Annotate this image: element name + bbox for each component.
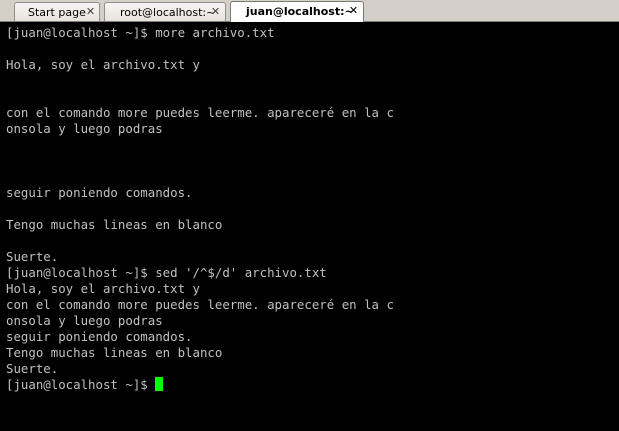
tab-bar: Start page ✕ root@localhost:~ ✕ juan@loc… xyxy=(0,0,619,22)
terminal-line: con el comando more puedes leerme. apare… xyxy=(6,297,394,312)
terminal-line: Hola, soy el archivo.txt y xyxy=(6,57,200,72)
tab-label: juan@localhost:~ xyxy=(246,5,354,18)
terminal-cursor xyxy=(155,377,164,391)
terminal-line: onsola y luego podras xyxy=(6,313,163,328)
terminal-output[interactable]: [juan@localhost ~]$ more archivo.txt Hola… xyxy=(0,22,619,431)
tab-label: Start page xyxy=(28,6,86,19)
tab-start-page[interactable]: Start page ✕ xyxy=(14,2,100,21)
terminal-prompt-line[interactable]: [juan@localhost ~]$ xyxy=(6,377,619,393)
tab-juan-localhost[interactable]: juan@localhost:~ ✕ xyxy=(230,1,364,22)
close-icon[interactable]: ✕ xyxy=(347,4,360,17)
terminal-line: onsola y luego podras xyxy=(6,121,163,136)
terminal-line: Suerte. xyxy=(6,361,59,376)
close-icon[interactable]: ✕ xyxy=(84,5,97,18)
terminal-line: con el comando more puedes leerme. apare… xyxy=(6,105,394,120)
terminal-line: Hola, soy el archivo.txt y xyxy=(6,281,200,296)
tab-root-localhost[interactable]: root@localhost:~ ✕ xyxy=(104,2,226,21)
terminal-line: [juan@localhost ~]$ sed '/^$/d' archivo.… xyxy=(6,265,327,280)
terminal-line: Tengo muchas lineas en blanco xyxy=(6,345,223,360)
terminal-line: seguir poniendo comandos. xyxy=(6,329,193,344)
close-icon[interactable]: ✕ xyxy=(209,5,222,18)
terminal-lines: [juan@localhost ~]$ more archivo.txt Hola… xyxy=(6,25,619,377)
terminal-line: Suerte. xyxy=(6,249,59,264)
terminal-line: [juan@localhost ~]$ more archivo.txt xyxy=(6,25,275,40)
terminal-prompt: [juan@localhost ~]$ xyxy=(6,377,156,392)
tab-label: root@localhost:~ xyxy=(120,6,216,19)
terminal-line: Tengo muchas lineas en blanco xyxy=(6,217,223,232)
terminal-line: seguir poniendo comandos. xyxy=(6,185,193,200)
